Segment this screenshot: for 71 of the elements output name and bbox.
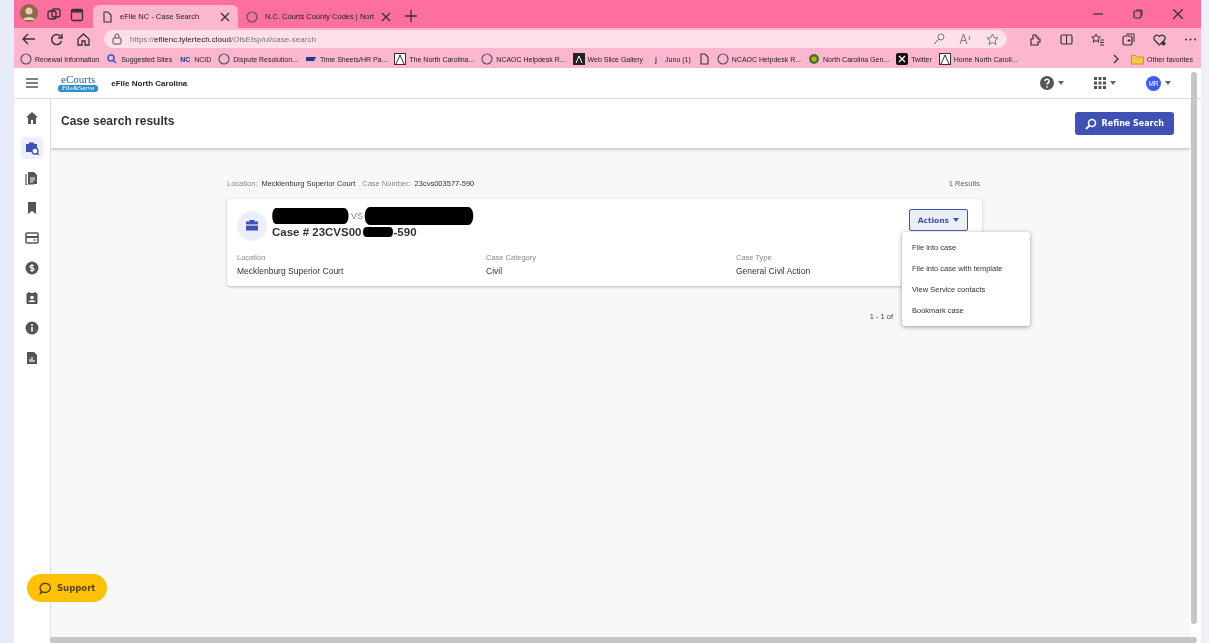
globe-icon — [716, 53, 729, 65]
scrollbar[interactable] — [1191, 72, 1197, 624]
report-icon — [25, 351, 39, 365]
triangle-icon — [394, 53, 407, 65]
bookmark-icon — [25, 201, 39, 215]
app-title: eFile North Carolina — [111, 78, 188, 88]
triangle-icon — [938, 53, 951, 65]
briefcase-search-icon — [25, 141, 39, 155]
page-title: Case search results — [61, 113, 175, 128]
apps-menu[interactable] — [1094, 77, 1116, 89]
support-button[interactable]: Support — [27, 574, 108, 602]
read-aloud-icon[interactable] — [959, 33, 972, 45]
search-icon — [106, 53, 119, 65]
caret-icon — [1058, 81, 1064, 85]
chevron-right-icon[interactable] — [1113, 54, 1121, 64]
search-icon — [1084, 117, 1097, 130]
bookmark-link[interactable] — [697, 53, 710, 65]
page-icon — [697, 53, 710, 65]
split-screen-icon[interactable] — [1060, 32, 1073, 46]
extensions-icon[interactable] — [1029, 32, 1042, 46]
document-icon — [25, 171, 39, 185]
case-number: -590 — [393, 226, 417, 238]
back-icon[interactable] — [22, 33, 36, 45]
chat-bubble-icon — [39, 581, 52, 595]
grid-icon — [1094, 77, 1106, 89]
caret-icon — [953, 218, 959, 222]
workspaces-icon[interactable] — [47, 8, 61, 22]
dollar-icon — [25, 261, 39, 275]
tab-actions-icon[interactable] — [70, 8, 84, 22]
heart-icon[interactable] — [1153, 32, 1166, 46]
page-icon — [101, 10, 113, 23]
caret-icon — [1110, 81, 1116, 85]
home-icon[interactable] — [77, 32, 90, 46]
card-icon — [25, 231, 39, 245]
restore-icon[interactable] — [1133, 9, 1143, 19]
globe-icon — [218, 53, 231, 65]
url-text: https://efilenc.tylertech.cloud/OfsEfsp/ui/case-search — [130, 34, 316, 44]
menu-icon[interactable] — [26, 78, 38, 88]
address-field[interactable]: https://efilenc.tylertech.cloud/OfsEfsp/ui/case-search — [104, 30, 1007, 48]
globe-icon — [246, 10, 258, 23]
home-icon — [25, 111, 39, 125]
key-icon[interactable] — [933, 33, 945, 45]
sidebar-nav-item[interactable] — [21, 137, 43, 159]
contact-card-icon — [25, 291, 39, 305]
refine-search-button[interactable]: Refine Search — [1074, 112, 1174, 135]
info-icon — [25, 321, 39, 335]
close-icon[interactable] — [1173, 9, 1183, 19]
case-number: Case # 23CVS00 — [272, 226, 362, 238]
briefcase-icon — [237, 211, 267, 241]
refresh-icon[interactable] — [50, 32, 63, 46]
versus-text: VS — [351, 211, 363, 221]
close-icon[interactable] — [220, 11, 230, 22]
lock-icon — [112, 33, 122, 45]
close-icon[interactable] — [381, 11, 392, 22]
field-value: Civil — [486, 266, 503, 276]
star-icon[interactable] — [986, 32, 999, 46]
folder-icon — [1131, 53, 1145, 65]
favorites-icon[interactable] — [1091, 32, 1104, 46]
x-logo-icon — [896, 53, 909, 65]
collections-icon[interactable] — [1122, 32, 1135, 46]
caret-icon — [1165, 81, 1171, 85]
help-icon — [1040, 76, 1054, 90]
profile-avatar[interactable] — [20, 4, 38, 22]
field-value: General Civil Action — [736, 266, 811, 276]
new-tab-icon[interactable] — [405, 10, 418, 22]
help-menu[interactable] — [1040, 76, 1064, 90]
field-value: Mecklenburg Superior Court — [237, 266, 344, 276]
seal-icon — [808, 53, 821, 65]
scrollbar[interactable] — [50, 637, 1197, 643]
globe-icon — [481, 53, 494, 65]
globe-icon — [20, 53, 32, 65]
